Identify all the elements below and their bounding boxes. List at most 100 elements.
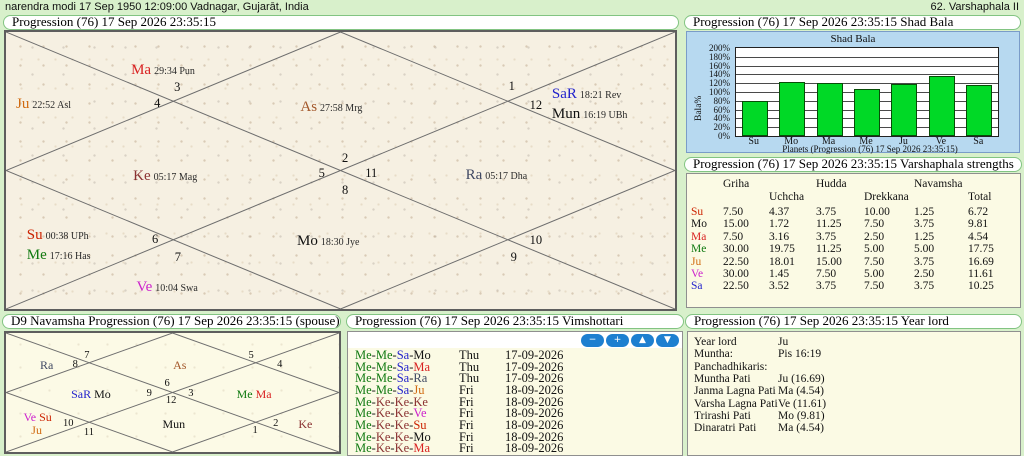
strengths-header-navamsha: Navamsha	[914, 178, 963, 190]
house-number-1: 1	[508, 79, 515, 94]
planet-as: As	[173, 357, 187, 372]
y-tick-160: 160%	[709, 60, 730, 71]
vimshottari-toolbar: − + ▲ ▼	[348, 332, 682, 348]
strengths-value: 6.72	[968, 206, 989, 218]
strengths-value: 17.75	[968, 243, 994, 256]
main-rasi-chart: 3 4 1 12 2 5 11 8 6 7 10 9 Ma 29:34 Pun Ju 22:52 Asl As 2…	[4, 30, 677, 311]
d9-navamsha-chart: 7 8 5 4 6 9 3 12 10 11 1 2 Ra As SaR Mo Me Ma Ve Su Ju Mun…	[4, 331, 341, 454]
strengths-value: 9.81	[968, 218, 989, 231]
strengths-value: 15.00	[816, 255, 842, 268]
yearlord-label: Janma Lagna Pati	[694, 385, 776, 398]
yearlord-value: Ma (4.54)	[778, 385, 824, 398]
strengths-value: 3.16	[769, 230, 790, 243]
vimshottari-row[interactable]: Me-Ke-Ke-Ma Fri 18-09-2026	[355, 442, 680, 455]
vimshottari-button-scroll-down[interactable]: ▼	[656, 334, 679, 347]
house-number-12: 12	[165, 394, 177, 406]
strengths-value: 5.00	[914, 243, 935, 256]
strengths-value: 2.50	[914, 268, 935, 280]
planet-sar: SaR 18:21 Rev	[551, 86, 622, 103]
planet-ma: Ma 29:34 Pun	[131, 61, 195, 78]
house-number-7: 7	[174, 249, 182, 264]
d9-title: D9 Navamsha Progression (76) 17 Sep 2026…	[11, 314, 340, 328]
vimshottari-header[interactable]: Progression (76) 17 Sep 2026 23:35:15 Vi…	[346, 314, 684, 329]
gridline	[736, 83, 998, 85]
house-number-6: 6	[164, 378, 170, 390]
planet-mun: Mun 16:19 UBh	[551, 105, 628, 122]
y-tick-0: 0%	[718, 131, 730, 141]
planet-as: As 27:58 Mrg	[300, 99, 363, 116]
planet-me: Me 17:16 Has	[26, 246, 91, 263]
strengths-value: 2.50	[864, 230, 885, 243]
yearlord-label: Dinaratri Pati	[694, 422, 757, 435]
strengths-planet-mo: Mo	[691, 218, 707, 231]
yearlord-value: Mo (9.81)	[778, 409, 825, 422]
strengths-planet-ma: Ma	[691, 230, 707, 243]
vimshottari-button-scroll-up[interactable]: ▲	[631, 334, 654, 347]
shadbala-chart: Shad Bala Bala% 0% 20% 40% 60% 80% 100% 120% 14…	[686, 31, 1020, 154]
yearlord-title: Progression (76) 17 Sep 2026 23:35:15 Ye…	[694, 314, 949, 328]
strengths-header-hudda: Hudda	[816, 178, 847, 190]
planet-ju: Ju 22:52 Asl	[16, 95, 71, 112]
strengths-table: Griha Hudda Navamsha Uchcha Drekkana Total Su 7…	[686, 173, 1021, 308]
house-number-7: 7	[84, 349, 90, 361]
house-number-9: 9	[510, 249, 517, 264]
strengths-value: 11.61	[968, 268, 994, 280]
bar-ma	[816, 83, 843, 136]
shadbala-plot-area	[735, 47, 999, 137]
house-number-2: 2	[342, 151, 349, 166]
strengths-value: 1.72	[769, 218, 790, 231]
bar-mo	[779, 82, 806, 136]
strengths-value: 30.00	[723, 243, 749, 256]
y-tick-200: 200%	[709, 43, 730, 53]
planet-sar-mo: SaR Mo	[71, 386, 111, 401]
house-number-4: 4	[154, 95, 161, 110]
planet-ve: Ve 10:04 Swa	[136, 279, 198, 296]
bar-me	[854, 89, 880, 136]
bar-sa	[966, 85, 993, 136]
native-chart-info: narendra modi 17 Sep 1950 12:09:00 Vadna…	[5, 1, 309, 13]
y-tick-80: 80%	[713, 95, 731, 106]
house-number-8: 8	[72, 358, 78, 370]
bar-ve	[928, 75, 955, 136]
strengths-value: 11.25	[816, 218, 842, 231]
house-number-6: 6	[152, 231, 159, 246]
main-chart-header[interactable]: Progression (76) 17 Sep 2026 23:35:15	[3, 15, 679, 30]
planet-ke: Ke	[298, 416, 313, 431]
strengths-planet-su: Su	[691, 206, 704, 218]
yearlord-label: Muntha Pati	[694, 372, 751, 385]
strengths-value: 7.50	[816, 268, 837, 280]
strengths-value: 10.25	[968, 280, 994, 293]
house-number-1: 1	[252, 424, 258, 436]
house-number-11: 11	[83, 426, 94, 438]
strengths-value: 1.45	[769, 268, 790, 280]
strengths-value: 18.01	[769, 255, 795, 268]
d9-header[interactable]: D9 Navamsha Progression (76) 17 Sep 2026…	[2, 314, 341, 329]
shadbala-y-ticks: 0% 20% 40% 60% 80% 100% 120% 140% 160% 180% 200%	[695, 43, 732, 141]
y-tick-100: 100%	[709, 87, 730, 97]
vimshottari-buttons: − + ▲ ▼	[581, 334, 679, 347]
house-number-9: 9	[146, 387, 152, 399]
planet-ra: Ra	[39, 357, 54, 372]
yearlord-label: Muntha:	[694, 348, 733, 361]
shadbala-header[interactable]: Progression (76) 17 Sep 2026 23:35:15 Sh…	[684, 15, 1021, 30]
strengths-value: 5.00	[864, 243, 885, 256]
strengths-value: 3.75	[914, 255, 935, 268]
vimshottari-panel: − + ▲ ▼ Me-Me-Sa-Mo Thu 17-09-2026 Me-Me-Sa-Ma…	[347, 331, 683, 456]
house-number-3: 3	[174, 79, 181, 94]
y-tick-180: 180%	[709, 51, 730, 62]
strengths-value: 4.54	[968, 230, 989, 243]
strengths-value: 10.00	[864, 206, 890, 218]
strengths-header-drekkana: Drekkana	[864, 191, 909, 203]
strengths-value: 5.00	[864, 268, 885, 280]
yearlord-value: Ju	[778, 336, 789, 348]
strengths-value: 3.75	[816, 206, 837, 218]
vimshottari-button-plus[interactable]: +	[606, 334, 629, 347]
shadbala-chart-title: Shad Bala	[830, 33, 876, 45]
yearlord-header[interactable]: Progression (76) 17 Sep 2026 23:35:15 Ye…	[685, 314, 1022, 329]
y-tick-40: 40%	[713, 113, 731, 124]
vimshottari-button-minus[interactable]: −	[581, 334, 604, 347]
shadbala-x-axis-label: Planets (Progression (76) 17 Sep 2026 23…	[782, 144, 958, 154]
strengths-value: 30.00	[723, 268, 749, 280]
strengths-header[interactable]: Progression (76) 17 Sep 2026 23:35:15 Va…	[684, 157, 1022, 172]
strengths-value: 1.25	[914, 206, 935, 218]
